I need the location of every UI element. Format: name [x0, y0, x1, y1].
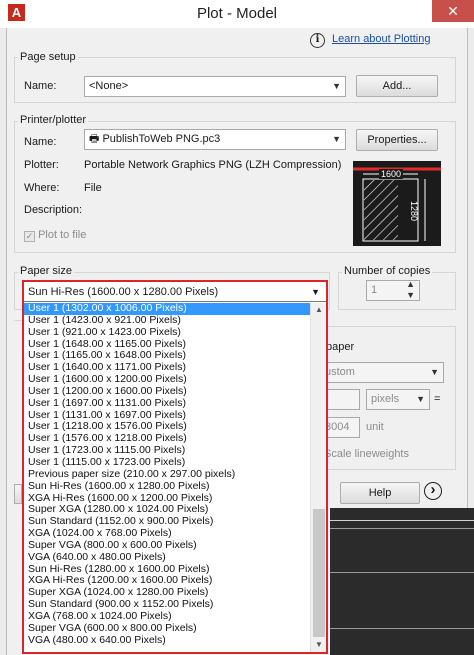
unit-value: 3004: [325, 421, 350, 433]
paper-size-selected-value: Sun Hi-Res (1600.00 x 1280.00 Pixels): [28, 286, 219, 298]
printer-name-select[interactable]: 🖶 PublishToWeb PNG.pc3 ▼: [84, 129, 346, 150]
add-page-setup-button[interactable]: Add...: [356, 75, 438, 97]
plotter-label: Plotter:: [24, 159, 59, 171]
plotter-value: Portable Network Graphics PNG (LZH Compr…: [84, 159, 342, 171]
scale-lineweights-label: Scale lineweights: [324, 448, 409, 460]
paper-size-dropdown[interactable]: Sun Hi-Res (1600.00 x 1280.00 Pixels) ▼ …: [22, 280, 328, 654]
info-icon[interactable]: i: [310, 33, 325, 48]
paper-size-option[interactable]: Previous paper size (210.00 x 297.00 pix…: [24, 468, 310, 481]
drawing-area-background: [330, 508, 474, 655]
chevron-right-icon[interactable]: ›: [424, 482, 442, 500]
paper-size-option[interactable]: Super VGA (600.00 x 800.00 Pixels): [24, 622, 310, 635]
preview-height-label: 1280: [409, 201, 419, 222]
where-value: File: [84, 182, 102, 194]
scale-value: ustom: [325, 366, 355, 378]
paper-size-option[interactable]: User 1 (921.00 x 1423.00 Pixels): [24, 326, 310, 339]
spinner-down-icon[interactable]: ▼: [406, 289, 415, 300]
copies-label: Number of copies: [342, 265, 433, 277]
scroll-thumb[interactable]: [313, 509, 325, 637]
unit-label: unit: [366, 421, 384, 433]
group-edge: [14, 320, 22, 321]
paper-list-scrollbar[interactable]: ▲ ▼: [310, 303, 326, 652]
fit-to-paper-label: paper: [326, 341, 355, 353]
scroll-up-icon[interactable]: ▲: [311, 303, 327, 317]
close-button[interactable]: ✕: [432, 0, 474, 22]
description-label: Description:: [24, 204, 83, 216]
paper-size-option[interactable]: Super VGA (800.00 x 600.00 Pixels): [24, 539, 310, 552]
plot-to-file-label: Plot to file: [38, 229, 87, 241]
copies-value: 1: [371, 284, 378, 296]
partial-button[interactable]: [14, 484, 22, 504]
units-value: pixels: [371, 393, 400, 405]
page-setup-name-select[interactable]: <None> ▼: [84, 76, 346, 97]
paper-size-option[interactable]: VGA (640.00 x 480.00 Pixels): [24, 551, 310, 564]
paper-size-label: Paper size: [18, 265, 74, 277]
page-setup-name-label: Name:: [24, 80, 57, 92]
chevron-down-icon: ▼: [332, 81, 341, 91]
printer-name-value: PublishToWeb PNG.pc3: [102, 133, 221, 145]
paper-size-option[interactable]: User 1 (1200.00 x 1600.00 Pixels): [24, 385, 310, 398]
checkbox-checked-icon: ✓: [24, 231, 35, 242]
page-setup-label: Page setup: [18, 51, 78, 63]
paper-preview: 1600 1280: [353, 161, 441, 246]
paper-size-option[interactable]: User 1 (1423.00 x 921.00 Pixels): [24, 314, 310, 327]
learn-about-plotting-link[interactable]: Learn about Plotting: [332, 33, 430, 45]
where-label: Where:: [24, 182, 60, 194]
units-select[interactable]: pixels ▼: [366, 389, 430, 410]
plot-to-file-checkbox[interactable]: ✓ Plot to file: [24, 229, 86, 242]
window-title: Plot - Model: [196, 5, 278, 22]
scale-select[interactable]: ustom ▼: [320, 362, 444, 383]
equals-sign: =: [434, 393, 441, 405]
help-button[interactable]: Help: [340, 482, 420, 504]
chevron-down-icon: ▼: [332, 134, 341, 144]
page-setup-name-value: <None>: [89, 80, 129, 92]
printer-plotter-label: Printer/plotter: [18, 114, 89, 126]
preview-width-label: 1600: [379, 169, 404, 179]
paper-size-option[interactable]: User 1 (1697.00 x 1131.00 Pixels): [24, 397, 310, 410]
paper-size-option[interactable]: VGA (480.00 x 640.00 Pixels): [24, 634, 310, 647]
printer-properties-button[interactable]: Properties...: [356, 129, 438, 151]
chevron-down-icon: ▼: [430, 367, 439, 377]
printer-icon: 🖶: [89, 133, 103, 145]
title-bar: A Plot - Model ✕: [0, 0, 474, 28]
paper-size-option[interactable]: Sun Hi-Res (1600.00 x 1280.00 Pixels): [24, 480, 310, 493]
paper-size-select[interactable]: Sun Hi-Res (1600.00 x 1280.00 Pixels) ▼: [24, 282, 326, 302]
printer-name-label: Name:: [24, 136, 57, 148]
copies-spinner[interactable]: 1 ▲ ▼: [366, 280, 420, 301]
chevron-down-icon: ▼: [311, 287, 320, 297]
chevron-down-icon: ▼: [416, 394, 425, 404]
scroll-down-icon[interactable]: ▼: [311, 638, 327, 652]
paper-size-list[interactable]: User 1 (1302.00 x 1006.00 Pixels) User 1 …: [24, 303, 310, 652]
paper-size-option[interactable]: XGA (768.00 x 1024.00 Pixels): [24, 610, 310, 623]
